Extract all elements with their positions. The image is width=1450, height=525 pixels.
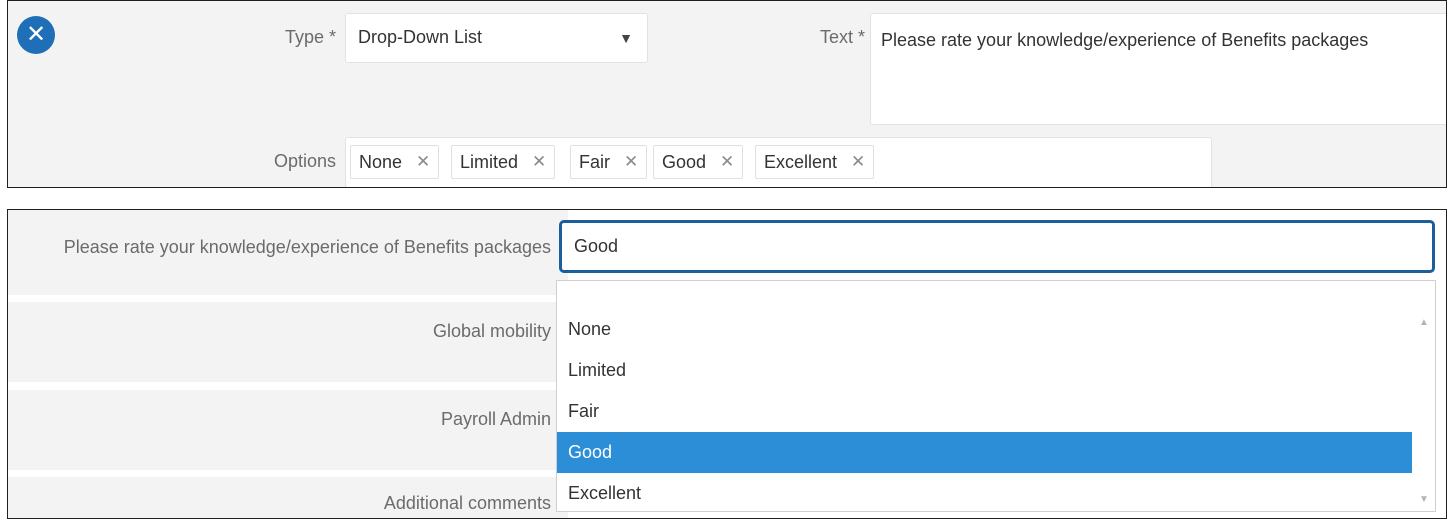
dropdown-option[interactable]: Limited [557, 350, 1412, 391]
type-label: Type * [284, 27, 336, 47]
option-tag-label: Excellent [764, 151, 838, 172]
option-tag: None ✕ [350, 145, 440, 179]
question-text-value: Please rate your knowledge/experience of… [881, 30, 1369, 50]
options-tag-input[interactable]: None ✕ Limited ✕ Fair ✕ Good ✕ Excellent… [345, 137, 1212, 187]
type-select[interactable]: Drop-Down List ▼ [345, 13, 648, 63]
scroll-down-icon[interactable]: ▼ [1419, 494, 1429, 505]
global-mobility-label: Global mobility [432, 321, 551, 341]
option-tag: Excellent ✕ [755, 145, 875, 179]
option-tag: Limited ✕ [451, 145, 556, 179]
close-icon[interactable]: ✕ [17, 16, 55, 54]
remove-icon[interactable]: ✕ [416, 152, 430, 172]
option-tag-label: Fair [579, 151, 610, 172]
scroll-up-icon[interactable]: ▲ [1419, 317, 1429, 328]
remove-icon[interactable]: ✕ [532, 152, 546, 172]
answer-select-value: Good [574, 236, 619, 256]
option-tag-label: None [359, 151, 403, 172]
answer-select[interactable]: Good [559, 220, 1435, 273]
form-row [8, 302, 568, 382]
question-label: Please rate your knowledge/experience of… [63, 237, 551, 257]
type-select-value: Drop-Down List [358, 27, 483, 47]
dropdown-list[interactable]: None Limited Fair Good Excellent ▲ ▼ [556, 280, 1436, 512]
options-label: Options [273, 151, 336, 171]
option-tag-label: Limited [460, 151, 519, 172]
dropdown-option[interactable]: Excellent [557, 473, 1412, 514]
option-tag: Good ✕ [653, 145, 744, 179]
text-label: Text * [819, 27, 865, 47]
dropdown-option[interactable]: Fair [557, 391, 1412, 432]
additional-comments-label: Additional comments [383, 493, 551, 513]
option-tag-label: Good [662, 151, 707, 172]
dropdown-scrollbar[interactable]: ▲ ▼ [1413, 281, 1435, 511]
payroll-admin-label: Payroll Admin [440, 409, 551, 429]
question-editor-panel: ✕ Type * Drop-Down List ▼ Text * Please … [7, 0, 1447, 188]
option-tag: Fair ✕ [570, 145, 648, 179]
question-text-field[interactable]: Please rate your knowledge/experience of… [870, 13, 1446, 125]
form-preview-panel: Please rate your knowledge/experience of… [7, 209, 1447, 519]
chevron-down-icon: ▼ [619, 30, 633, 46]
form-row [8, 390, 568, 470]
dropdown-option-selected[interactable]: Good [557, 432, 1412, 473]
dropdown-option[interactable]: None [557, 309, 1412, 350]
remove-icon[interactable]: ✕ [851, 152, 865, 172]
remove-icon[interactable]: ✕ [624, 152, 638, 172]
remove-icon[interactable]: ✕ [720, 152, 734, 172]
